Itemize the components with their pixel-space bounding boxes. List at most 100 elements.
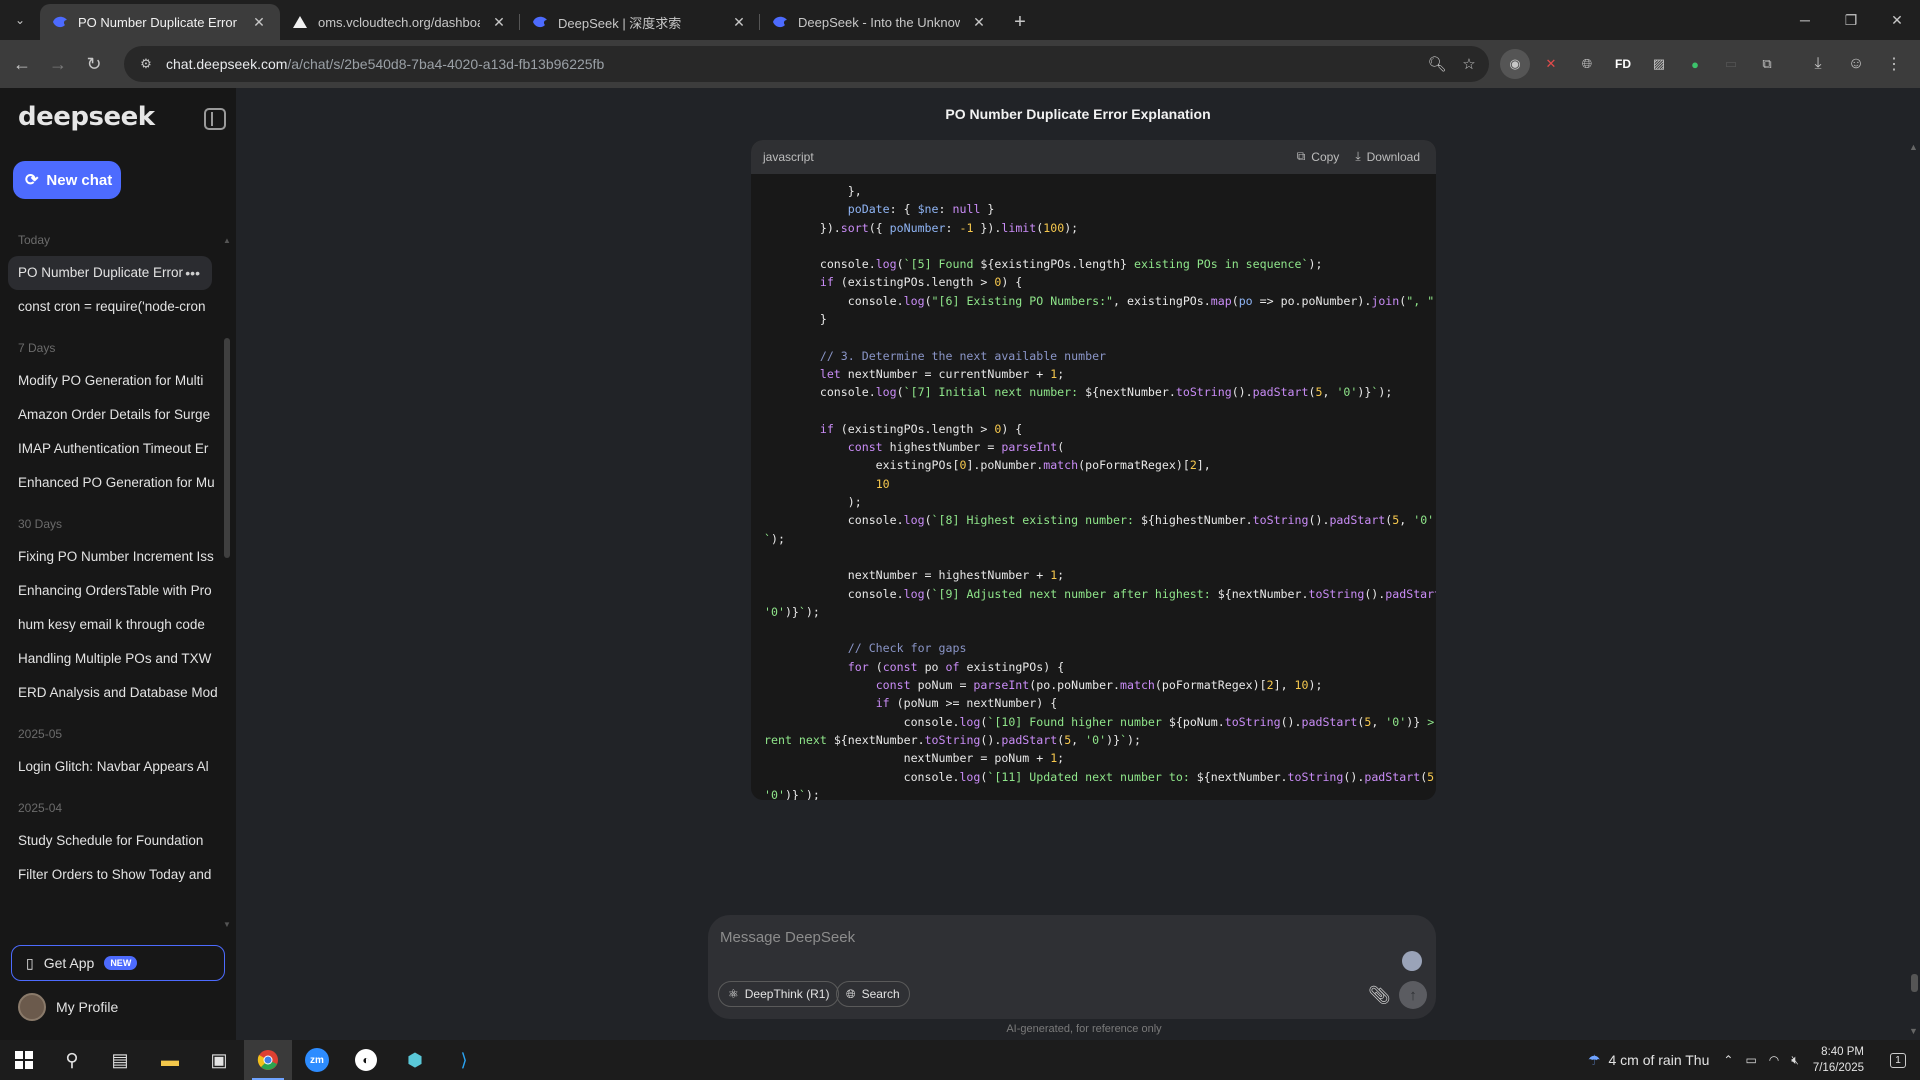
- copy-button[interactable]: ⧉ Copy: [1297, 149, 1340, 164]
- chat-item[interactable]: Enhancing OrdersTable with Pro: [8, 574, 222, 608]
- zoom-icon[interactable]: 🔍︎: [1425, 52, 1449, 76]
- extension-close-x-icon[interactable]: ✕: [1536, 49, 1566, 79]
- new-chat-button[interactable]: ⟳ New chat: [13, 161, 121, 199]
- extension-avatar-icon[interactable]: ◉: [1500, 49, 1530, 79]
- chat-item[interactable]: Amazon Order Details for Surge: [8, 398, 222, 432]
- tab-close-icon[interactable]: ✕: [250, 13, 268, 31]
- vscode-icon[interactable]: ⟩: [440, 1040, 488, 1080]
- tab-close-icon[interactable]: ✕: [490, 13, 508, 31]
- deepthink-toggle[interactable]: ⚛ DeepThink (R1): [718, 981, 840, 1007]
- collapse-sidebar-icon[interactable]: [204, 108, 226, 130]
- chat-item[interactable]: Handling Multiple POs and TXW: [8, 642, 222, 676]
- main-scroll-up-icon[interactable]: ▲: [1909, 142, 1918, 152]
- chat-item[interactable]: IMAP Authentication Timeout Er: [8, 432, 222, 466]
- window-controls: ─ ❐ ✕: [1782, 0, 1920, 40]
- battery-icon[interactable]: ▭: [1745, 1053, 1756, 1068]
- url-text[interactable]: chat.deepseek.com/a/chat/s/2be540d8-7ba4…: [166, 56, 604, 72]
- search-toggle[interactable]: 🌐︎ Search: [836, 981, 910, 1007]
- new-tab-plus-icon[interactable]: +: [1006, 8, 1034, 36]
- extension-green-icon[interactable]: ●: [1680, 49, 1710, 79]
- triangle-favicon-icon: [292, 14, 308, 30]
- my-profile-button[interactable]: My Profile: [18, 993, 118, 1021]
- browser-tab-bar: ⌄ PO Number Duplicate Error Exp ✕ oms.vc…: [0, 0, 1920, 40]
- sidebar-scroll-up-icon[interactable]: ▲: [223, 236, 231, 245]
- weather-widget[interactable]: ☂ 4 cm of rain Thu: [1588, 1052, 1709, 1069]
- message-composer: ⚛ DeepThink (R1) 🌐︎ Search 📎︎ ↑: [708, 915, 1436, 1019]
- download-icon: ⤓: [1355, 149, 1361, 163]
- restore-icon[interactable]: ❐: [1828, 0, 1874, 40]
- tab-po-number-duplicate[interactable]: PO Number Duplicate Error Exp ✕: [40, 4, 280, 40]
- group-title-30-days: 30 Days: [18, 517, 63, 531]
- copy-icon: ⧉: [1296, 149, 1306, 163]
- tab-strip: PO Number Duplicate Error Exp ✕ oms.vclo…: [40, 4, 1034, 40]
- code-block-header: javascript ⧉ Copy ⤓ Download: [751, 140, 1436, 174]
- paperclip-icon[interactable]: 📎︎: [1368, 985, 1391, 1006]
- sidebar-scroll-down-icon[interactable]: ▼: [223, 920, 231, 929]
- wifi-icon[interactable]: ◠: [1769, 1053, 1779, 1068]
- clock[interactable]: 8:40 PM 7/16/2025: [1813, 1044, 1864, 1076]
- tab-search-icon[interactable]: ⌄: [8, 8, 32, 32]
- tab-deepseek-unknown[interactable]: DeepSeek - Into the Unknown ✕: [760, 4, 1000, 40]
- notification-icon[interactable]: 1: [1882, 1040, 1914, 1080]
- extension-card-icon[interactable]: ▭: [1716, 49, 1746, 79]
- volume-muted-icon[interactable]: 🔇︎: [1791, 1053, 1799, 1068]
- chrome-icon[interactable]: [244, 1040, 292, 1080]
- main-scrollbar[interactable]: [1911, 974, 1918, 992]
- chat-item[interactable]: const cron = require('node-cron: [8, 290, 222, 324]
- zoom-app-icon[interactable]: zm: [293, 1040, 341, 1080]
- task-view-icon[interactable]: ▤: [96, 1040, 144, 1080]
- forward-arrow-icon[interactable]: →: [40, 46, 76, 82]
- extensions-area: ◉ ✕ 🌐︎ FD ▨ ● ▭ ⧉: [1500, 46, 1782, 82]
- chat-options-icon[interactable]: •••: [185, 256, 200, 290]
- bookmark-star-icon[interactable]: ☆: [1457, 52, 1481, 76]
- extension-fd-icon[interactable]: FD: [1608, 49, 1638, 79]
- site-info-icon[interactable]: ⚙: [134, 52, 158, 76]
- chat-item[interactable]: Modify PO Generation for Multi: [8, 364, 222, 398]
- sidebar-scrollbar[interactable]: [224, 338, 230, 558]
- reload-icon[interactable]: ↻: [76, 46, 112, 82]
- clock-date: 7/16/2025: [1812, 1062, 1864, 1074]
- download-button[interactable]: ⤓ Download: [1355, 149, 1420, 164]
- chevron-up-icon[interactable]: ⌃: [1723, 1053, 1733, 1068]
- app-hex-icon[interactable]: ⬢: [391, 1040, 439, 1080]
- search-icon[interactable]: ⚲: [48, 1040, 96, 1080]
- main-scroll-down-icon[interactable]: ▼: [1909, 1026, 1918, 1036]
- close-window-icon[interactable]: ✕: [1874, 0, 1920, 40]
- address-bar[interactable]: ⚙ chat.deepseek.com/a/chat/s/2be540d8-7b…: [124, 46, 1489, 82]
- system-tray: ☂ 4 cm of rain Thu ⌃ ▭ ◠ 🔇︎ 8:40 PM 7/16…: [1588, 1040, 1920, 1080]
- bot-icon[interactable]: [1402, 951, 1422, 971]
- tab-oms-dashboard[interactable]: oms.vcloudtech.org/dashboard ✕: [280, 4, 520, 40]
- chat-item[interactable]: Login Glitch: Navbar Appears Al: [8, 750, 222, 784]
- chat-item[interactable]: Study Schedule for Foundation: [8, 824, 222, 858]
- windows-taskbar: ⚲ ▤ ▬ ▣ zm ◐ ⬢ ⟩ ☂ 4 cm of rain Thu ⌃ ▭ …: [0, 1040, 1920, 1080]
- extension-globe-icon[interactable]: 🌐︎: [1572, 49, 1602, 79]
- send-button[interactable]: ↑: [1399, 981, 1427, 1009]
- tab-close-icon[interactable]: ✕: [730, 13, 748, 31]
- extensions-puzzle-icon[interactable]: ⧉: [1752, 49, 1782, 79]
- umbrella-rain-icon: ☂: [1587, 1051, 1601, 1068]
- menu-kebab-icon[interactable]: ⋮: [1878, 46, 1910, 82]
- message-input[interactable]: [720, 925, 1320, 949]
- code-language-label: javascript: [763, 150, 814, 164]
- file-explorer-icon[interactable]: ▬: [146, 1040, 194, 1080]
- chat-item[interactable]: hum kesy email k through code: [8, 608, 222, 642]
- download-icon[interactable]: ⤓: [1802, 46, 1834, 82]
- minimize-icon[interactable]: ─: [1782, 0, 1828, 40]
- tab-close-icon[interactable]: ✕: [970, 13, 988, 31]
- chat-item[interactable]: Fixing PO Number Increment Iss: [8, 540, 222, 574]
- chat-item[interactable]: PO Number Duplicate Error •••: [8, 256, 212, 290]
- profile-avatar-icon[interactable]: ☺: [1840, 46, 1872, 82]
- back-arrow-icon[interactable]: ←: [4, 46, 40, 82]
- chat-item[interactable]: ERD Analysis and Database Mod: [8, 676, 222, 710]
- deepseek-logo[interactable]: deepseek: [18, 102, 155, 132]
- app-pin-icon[interactable]: ◐: [342, 1040, 390, 1080]
- get-app-button[interactable]: ▯ Get App NEW: [11, 945, 225, 981]
- globe-icon: 🌐︎: [846, 986, 856, 1001]
- chat-item[interactable]: Filter Orders to Show Today and: [8, 858, 222, 892]
- tab-deepseek-cn[interactable]: DeepSeek | 深度求索 ✕: [520, 4, 760, 40]
- store-icon[interactable]: ▣: [195, 1040, 243, 1080]
- chat-history-list: Today PO Number Duplicate Error ••• cons…: [8, 230, 222, 920]
- windows-start-icon[interactable]: [0, 1040, 48, 1080]
- chat-item[interactable]: Enhanced PO Generation for Mu: [8, 466, 222, 500]
- extension-image-icon[interactable]: ▨: [1644, 49, 1674, 79]
